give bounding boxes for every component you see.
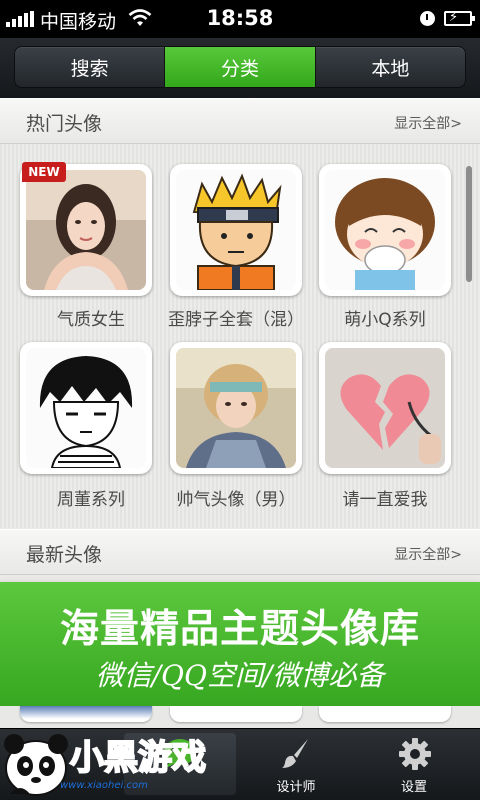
hot-show-all-link[interactable]: 显示全部> bbox=[394, 113, 462, 133]
tab-designer[interactable]: 设计师 bbox=[240, 729, 352, 800]
tab-settings-label: 设置 bbox=[400, 780, 427, 795]
top-navigation: 搜索 分类 本地 bbox=[0, 38, 480, 98]
naruto-cartoon-thumbnail bbox=[176, 170, 296, 290]
new-section-title: 最新头像 bbox=[26, 544, 103, 566]
tab-search[interactable]: 搜索 bbox=[15, 47, 166, 87]
tab-designer-label: 设计师 bbox=[276, 780, 316, 795]
avatar-label: 请一直爱我 bbox=[342, 490, 428, 510]
boy-photo-thumbnail bbox=[176, 348, 296, 468]
avatar-label: 气质女生 bbox=[57, 310, 125, 330]
brush-icon bbox=[282, 739, 308, 768]
new-show-all-link[interactable]: 显示全部> bbox=[394, 544, 462, 564]
avatar-tile-naruto[interactable] bbox=[170, 164, 302, 296]
girl-photo-thumbnail bbox=[26, 170, 146, 290]
list-item[interactable] bbox=[170, 706, 302, 722]
banner-title: 海量精品主题头像库 bbox=[59, 607, 420, 652]
tab-local[interactable]: 本地 bbox=[316, 47, 465, 87]
segmented-control: 搜索 分类 本地 bbox=[14, 46, 466, 88]
hot-section-title: 热门头像 bbox=[26, 113, 103, 135]
avatar-tile-heart[interactable] bbox=[319, 342, 451, 474]
status-time: 18:58 bbox=[206, 6, 274, 30]
scrollbar[interactable] bbox=[466, 166, 472, 282]
status-bar: 中国移动 18:58 ⚡ bbox=[0, 0, 480, 38]
cute-girl-cartoon-thumbnail bbox=[325, 170, 445, 290]
new-section-header: 最新头像 显示全部> bbox=[0, 529, 480, 575]
promo-banner[interactable]: 海量精品主题头像库 微信/QQ空间/微博必备 bbox=[0, 582, 480, 706]
hot-section-header: 热门头像 显示全部> bbox=[0, 98, 480, 144]
tab-settings[interactable]: 设置 bbox=[358, 729, 470, 800]
battery-icon: ⚡ bbox=[444, 10, 475, 26]
boy-cartoon-thumbnail bbox=[26, 348, 146, 468]
watermark-url: www.xiaohei.com bbox=[60, 780, 148, 791]
avatar-tile-girl[interactable] bbox=[20, 164, 152, 296]
list-item[interactable] bbox=[319, 706, 451, 722]
avatar-tile-boy-cartoon[interactable] bbox=[20, 342, 152, 474]
list-item[interactable] bbox=[20, 706, 152, 722]
alarm-icon bbox=[420, 11, 435, 26]
avatar-tile-boy-photo[interactable] bbox=[170, 342, 302, 474]
banner-subtitle: 微信/QQ空间/微博必备 bbox=[95, 659, 385, 692]
watermark-text: 小黑游戏 bbox=[69, 737, 207, 779]
broken-heart-thumbnail bbox=[325, 348, 445, 468]
tab-category[interactable]: 分类 bbox=[165, 47, 316, 87]
avatar-label: 帅气头像（男） bbox=[176, 490, 296, 510]
avatar-label: 萌小Q系列 bbox=[344, 310, 426, 330]
gear-icon bbox=[399, 738, 431, 770]
new-badge: NEW bbox=[22, 162, 66, 182]
avatar-label: 周董系列 bbox=[57, 490, 125, 510]
avatar-tile-cute-girl[interactable] bbox=[319, 164, 451, 296]
avatar-label: 歪脖子全套（混） bbox=[168, 310, 304, 330]
